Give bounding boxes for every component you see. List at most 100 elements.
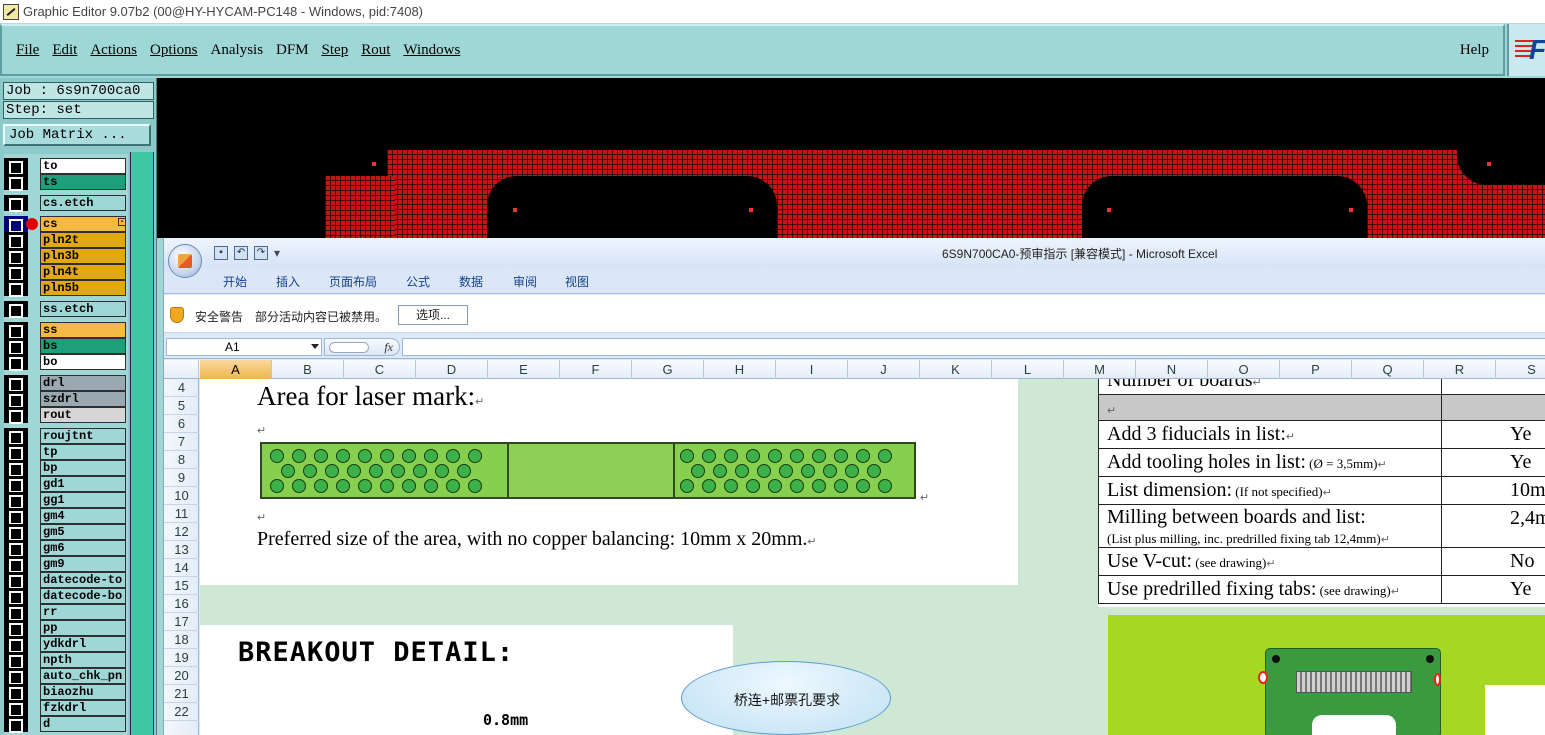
job-matrix-button[interactable]: Job Matrix ... [3,124,151,146]
layer-name[interactable]: bp [40,460,126,476]
layer-checkbox[interactable] [4,524,28,541]
select-all-corner[interactable] [164,360,199,379]
layer-row[interactable]: ts [4,174,128,191]
layer-list-scrollbar[interactable] [130,152,154,735]
layer-row[interactable]: gm6 [4,540,128,557]
formula-input[interactable] [402,338,1545,356]
layer-row[interactable]: ss.etch [4,301,128,318]
layer-name[interactable]: tp [40,444,126,460]
layer-name[interactable]: auto_chk_pn. [40,668,126,684]
row-header[interactable]: 11 [164,505,199,523]
layer-checkbox[interactable] [4,492,28,509]
layer-checkbox[interactable] [4,444,28,461]
layer-name[interactable]: gm9 [40,556,126,572]
column-header[interactable]: L [992,360,1064,379]
layer-row[interactable]: gm5 [4,524,128,541]
layer-checkbox[interactable] [4,604,28,621]
layer-row[interactable]: auto_chk_pn. [4,668,128,685]
layer-name[interactable]: gg1 [40,492,126,508]
layer-name[interactable]: roujtnt [40,428,126,444]
layer-row[interactable]: gg1 [4,492,128,509]
menu-dfm[interactable]: DFM [276,42,309,59]
layer-row[interactable]: pln3b [4,248,128,265]
office-button[interactable] [168,244,202,278]
menu-step[interactable]: Step [322,42,349,59]
tab-data[interactable]: 数据 [459,273,483,290]
layer-row[interactable]: rr [4,604,128,621]
layer-checkbox[interactable] [4,391,28,408]
row-header[interactable]: 12 [164,523,199,541]
column-header[interactable]: R [1424,360,1496,379]
column-header[interactable]: S [1496,360,1545,379]
layer-checkbox[interactable] [4,375,28,392]
layer-checkbox[interactable] [4,407,28,424]
save-icon[interactable]: ▪ [214,246,228,260]
layer-name[interactable]: datecode-bo [40,588,126,604]
layer-checkbox[interactable] [4,322,28,339]
undo-icon[interactable]: ↶ [234,246,248,260]
row-header[interactable]: 9 [164,469,199,487]
layer-row[interactable]: npth [4,652,128,669]
layer-name[interactable]: d [40,716,126,732]
column-header[interactable]: O [1208,360,1280,379]
layer-name[interactable]: fzkdrl [40,700,126,716]
layer-row[interactable]: szdrl [4,391,128,408]
layer-row[interactable]: bs [4,338,128,355]
menu-analysis[interactable]: Analysis [211,42,264,59]
layer-row[interactable]: pln2t [4,232,128,249]
layer-checkbox[interactable] [4,216,38,233]
layer-checkbox[interactable] [4,195,28,212]
row-header[interactable]: 15 [164,577,199,595]
row-header[interactable]: 7 [164,433,199,451]
layer-row[interactable]: pln4t [4,264,128,281]
menu-file[interactable]: File [16,42,39,59]
layer-checkbox[interactable] [4,572,28,589]
row-header[interactable]: 4 [164,379,199,397]
layer-row[interactable]: cs ▪ [4,216,128,233]
customize-toolbar-icon[interactable]: ▾ [274,246,280,260]
column-header[interactable]: I [776,360,848,379]
layer-row[interactable]: ydkdrl [4,636,128,653]
layer-checkbox[interactable] [4,174,28,191]
layer-checkbox[interactable] [4,354,28,371]
menu-rout[interactable]: Rout [361,42,390,59]
menu-options[interactable]: Options [150,42,198,59]
menu-windows[interactable]: Windows [403,42,460,59]
layer-checkbox[interactable] [4,588,28,605]
layer-checkbox[interactable] [4,684,28,701]
layer-checkbox[interactable] [4,508,28,525]
column-header[interactable]: P [1280,360,1352,379]
layer-checkbox[interactable] [4,232,28,249]
row-header[interactable]: 16 [164,595,199,613]
graphic-canvas[interactable] [157,78,1545,238]
layer-row[interactable]: tp [4,444,128,461]
layer-checkbox[interactable] [4,460,28,477]
row-header[interactable]: 8 [164,451,199,469]
redo-icon[interactable]: ↷ [254,246,268,260]
layer-name[interactable]: bo [40,354,126,370]
layer-checkbox[interactable] [4,428,28,445]
tab-formulas[interactable]: 公式 [406,273,430,290]
layer-name[interactable]: bs [40,338,126,354]
insert-function-button[interactable]: fx [324,338,400,356]
layer-checkbox[interactable] [4,652,28,669]
layer-row[interactable]: to [4,158,128,175]
menu-help[interactable]: Help [1460,42,1489,59]
chevron-down-icon[interactable] [311,344,319,349]
layer-name[interactable]: ss [40,322,126,338]
column-header[interactable]: N [1136,360,1208,379]
layer-row[interactable]: rout [4,407,128,424]
layer-checkbox[interactable] [4,540,28,557]
layer-checkbox[interactable] [4,158,28,175]
layer-name[interactable]: rout [40,407,126,423]
layer-name[interactable]: pln2t [40,232,126,248]
layer-name[interactable]: gm6 [40,540,126,556]
layer-row[interactable]: pln5b [4,280,128,297]
layer-row[interactable]: biaozhu [4,684,128,701]
layer-checkbox[interactable] [4,248,28,265]
row-header[interactable]: 20 [164,667,199,685]
row-header[interactable]: 13 [164,541,199,559]
layer-row[interactable]: datecode-to [4,572,128,589]
layer-name[interactable]: pln3b [40,248,126,264]
layer-checkbox[interactable] [4,636,28,653]
